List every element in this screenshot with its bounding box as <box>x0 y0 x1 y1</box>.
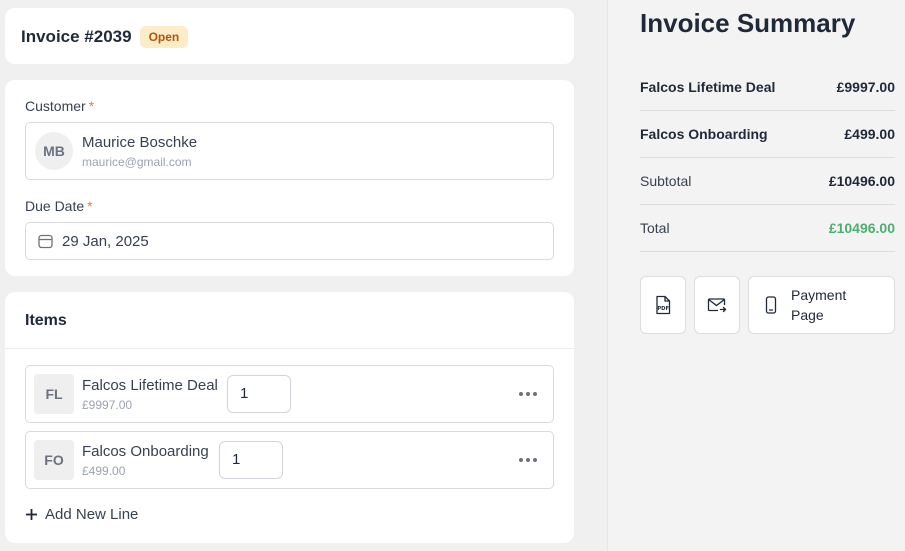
item-name: Falcos Lifetime Deal <box>82 377 218 394</box>
customer-label: Customer * <box>25 98 94 114</box>
mail-send-icon <box>707 298 727 313</box>
customer-name: Maurice Boschke <box>82 134 198 151</box>
summary-line-label: Falcos Lifetime Deal <box>640 79 776 95</box>
item-thumbnail: FL <box>34 374 74 414</box>
subtotal-label: Subtotal <box>640 173 692 189</box>
total-line: Total £10496.00 <box>640 205 895 252</box>
summary-line-amount: £499.00 <box>844 126 895 142</box>
customer-label-text: Customer <box>25 98 86 114</box>
avatar: MB <box>35 132 73 170</box>
summary-line: Falcos Lifetime Deal £9997.00 <box>640 64 895 111</box>
due-date-field[interactable]: 29 Jan, 2025 <box>25 222 554 260</box>
pdf-icon-text: PDF <box>657 306 669 312</box>
list-item: FL Falcos Lifetime Deal £9997.00 1 <box>25 365 554 423</box>
total-label: Total <box>640 220 670 236</box>
item-name: Falcos Onboarding <box>82 443 209 460</box>
due-date-label: Due Date * <box>25 198 93 214</box>
send-email-button[interactable] <box>694 276 740 334</box>
summary-line-amount: £9997.00 <box>836 79 895 95</box>
item-price: £499.00 <box>82 464 126 478</box>
mobile-icon <box>765 296 777 314</box>
status-badge: Open <box>139 26 189 48</box>
due-date-label-text: Due Date <box>25 198 85 214</box>
due-date-value: 29 Jan, 2025 <box>62 233 149 250</box>
quantity-input[interactable]: 1 <box>227 375 291 413</box>
items-card: Items FL Falcos Lifetime Deal £9997.00 1… <box>5 292 574 543</box>
customer-card: Customer * MB Maurice Boschke maurice@gma… <box>5 80 574 276</box>
item-thumbnail: FO <box>34 440 74 480</box>
summary-title: Invoice Summary <box>640 8 856 38</box>
calendar-icon <box>38 234 53 249</box>
divider <box>5 348 574 349</box>
plus-icon <box>26 509 37 520</box>
add-new-line-button[interactable]: Add New Line <box>25 506 138 523</box>
subtotal-amount: £10496.00 <box>828 173 895 189</box>
summary-line-label: Falcos Onboarding <box>640 126 768 142</box>
invoice-title: Invoice #2039 <box>21 27 132 46</box>
invoice-title-row: Invoice #2039 Open <box>21 26 189 48</box>
payment-page-label: Payment Page <box>791 287 847 323</box>
summary-line: Falcos Onboarding £499.00 <box>640 111 895 158</box>
items-title: Items <box>25 312 67 329</box>
payment-page-button[interactable]: Payment Page <box>748 276 895 334</box>
invoice-header-card: Invoice #2039 Open <box>5 8 574 64</box>
invoice-editor: Invoice #2039 Open Customer * MB Maurice … <box>0 0 607 551</box>
customer-select[interactable]: MB Maurice Boschke maurice@gmail.com <box>25 122 554 180</box>
download-pdf-button[interactable]: PDF <box>640 276 686 334</box>
more-options-icon[interactable] <box>518 452 538 468</box>
add-new-line-label: Add New Line <box>45 506 139 523</box>
customer-email: maurice@gmail.com <box>82 155 192 169</box>
pdf-file-icon: PDF <box>656 295 671 315</box>
more-options-icon[interactable] <box>518 386 538 402</box>
list-item: FO Falcos Onboarding £499.00 1 <box>25 431 554 489</box>
required-mark: * <box>87 198 93 214</box>
total-amount: £10496.00 <box>828 220 895 236</box>
item-price: £9997.00 <box>82 398 133 412</box>
invoice-summary-panel: Invoice Summary Falcos Lifetime Deal £99… <box>607 0 905 551</box>
quantity-input[interactable]: 1 <box>219 441 283 479</box>
subtotal-line: Subtotal £10496.00 <box>640 158 895 205</box>
required-mark: * <box>88 98 95 114</box>
